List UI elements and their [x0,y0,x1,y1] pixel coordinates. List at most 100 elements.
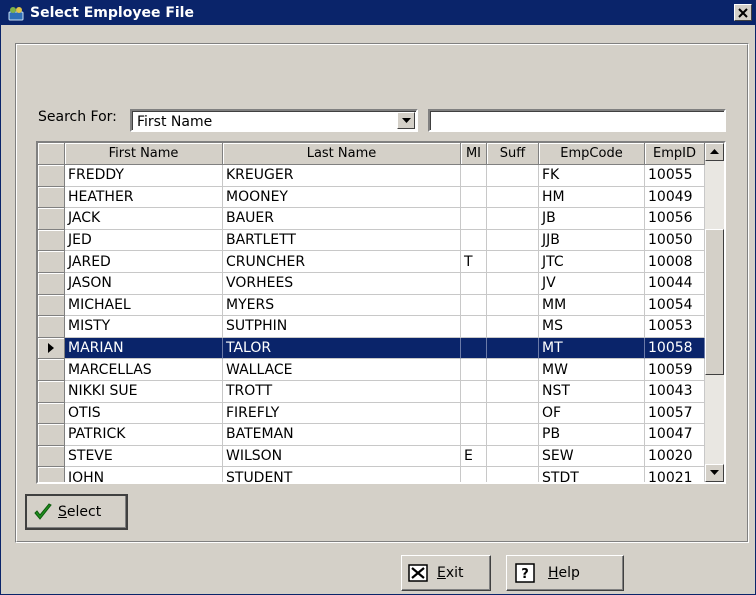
cell-mi[interactable] [461,359,487,381]
row-indicator[interactable] [38,381,65,403]
cell-empid[interactable]: 10049 [645,186,705,209]
cell-empcode[interactable]: MM [539,294,645,317]
cell-empid[interactable]: 10020 [645,445,705,468]
cell-suff[interactable] [487,165,539,187]
cell-mi[interactable] [461,294,487,317]
row-indicator[interactable] [38,445,65,468]
row-indicator[interactable] [38,337,65,360]
row-indicator[interactable] [38,208,65,230]
cell-mi[interactable] [461,229,487,252]
cell-empid[interactable]: 10050 [645,229,705,252]
cell-empcode[interactable]: FK [539,165,645,187]
cell-empid[interactable]: 10021 [645,467,705,482]
table-row[interactable]: JASON VORHEES JV 10044 [38,273,705,295]
cell-last-name[interactable]: VORHEES [223,273,461,295]
column-header-first-name[interactable]: First Name [65,143,223,165]
cell-mi[interactable] [461,165,487,187]
table-row[interactable]: FREDDY KREUGER FK 10055 [38,165,705,187]
cell-empcode[interactable]: JTC [539,251,645,273]
table-row[interactable]: MISTY SUTPHIN MS 10053 [38,316,705,338]
cell-empcode[interactable]: PB [539,424,645,446]
row-indicator[interactable] [38,316,65,338]
table-row[interactable]: STEVE WILSON E SEW 10020 [38,445,705,468]
cell-suff[interactable] [487,381,539,403]
cell-empid[interactable]: 10056 [645,208,705,230]
cell-empid[interactable]: 10054 [645,294,705,317]
table-row[interactable]: OTIS FIREFLY OF 10057 [38,402,705,425]
cell-empcode[interactable]: STDT [539,467,645,482]
row-indicator[interactable] [38,273,65,295]
cell-suff[interactable] [487,467,539,482]
cell-empcode[interactable]: SEW [539,445,645,468]
cell-first-name[interactable]: MARCELLAS [65,359,223,381]
search-input[interactable] [428,109,726,132]
cell-last-name[interactable]: WALLACE [223,359,461,381]
table-row[interactable]: MARCELLAS WALLACE MW 10059 [38,359,705,381]
cell-last-name[interactable]: BAUER [223,208,461,230]
table-row[interactable]: NIKKI SUE TROTT NST 10043 [38,381,705,403]
cell-first-name[interactable]: JOHN [65,467,223,482]
cell-suff[interactable] [487,186,539,209]
cell-first-name[interactable]: NIKKI SUE [65,381,223,403]
cell-empcode[interactable]: MW [539,359,645,381]
cell-empcode[interactable]: MT [539,337,645,360]
cell-last-name[interactable]: MOONEY [223,186,461,209]
cell-suff[interactable] [487,424,539,446]
select-button[interactable]: Select [25,494,128,530]
cell-first-name[interactable]: MICHAEL [65,294,223,317]
table-row[interactable]: PATRICK BATEMAN PB 10047 [38,424,705,446]
cell-last-name[interactable]: BATEMAN [223,424,461,446]
table-row[interactable]: HEATHER MOONEY HM 10049 [38,186,705,209]
cell-suff[interactable] [487,359,539,381]
scroll-down-button[interactable] [705,464,724,482]
cell-last-name[interactable]: FIREFLY [223,402,461,425]
cell-last-name[interactable]: CRUNCHER [223,251,461,273]
row-indicator[interactable] [38,294,65,317]
cell-suff[interactable] [487,229,539,252]
cell-last-name[interactable]: TROTT [223,381,461,403]
cell-empid[interactable]: 10043 [645,381,705,403]
cell-mi[interactable]: T [461,251,487,273]
cell-empid[interactable]: 10058 [645,337,705,360]
row-indicator[interactable] [38,165,65,187]
row-indicator[interactable] [38,251,65,273]
cell-empid[interactable]: 10059 [645,359,705,381]
cell-first-name[interactable]: JACK [65,208,223,230]
cell-last-name[interactable]: SUTPHIN [223,316,461,338]
exit-button[interactable]: Exit [401,555,491,591]
cell-suff[interactable] [487,251,539,273]
cell-last-name[interactable]: WILSON [223,445,461,468]
cell-empcode[interactable]: JV [539,273,645,295]
table-row[interactable]: MARIAN TALOR MT 10058 [38,337,705,360]
cell-empcode[interactable]: JB [539,208,645,230]
cell-first-name[interactable]: OTIS [65,402,223,425]
cell-empcode[interactable]: JJB [539,229,645,252]
cell-mi[interactable] [461,337,487,360]
cell-last-name[interactable]: TALOR [223,337,461,360]
row-indicator[interactable] [38,467,65,482]
cell-empcode[interactable]: NST [539,381,645,403]
cell-empid[interactable]: 10047 [645,424,705,446]
cell-last-name[interactable]: STUDENT [223,467,461,482]
cell-first-name[interactable]: JED [65,229,223,252]
cell-mi[interactable] [461,186,487,209]
cell-empid[interactable]: 10044 [645,273,705,295]
cell-first-name[interactable]: JARED [65,251,223,273]
cell-mi[interactable] [461,208,487,230]
cell-mi[interactable] [461,273,487,295]
close-button[interactable] [734,4,752,21]
scroll-up-button[interactable] [705,143,724,161]
cell-first-name[interactable]: JASON [65,273,223,295]
table-row[interactable]: JARED CRUNCHER T JTC 10008 [38,251,705,273]
cell-first-name[interactable]: FREDDY [65,165,223,187]
cell-empid[interactable]: 10057 [645,402,705,425]
cell-mi[interactable]: E [461,445,487,468]
cell-empid[interactable]: 10053 [645,316,705,338]
cell-mi[interactable] [461,467,487,482]
cell-mi[interactable] [461,381,487,403]
cell-first-name[interactable]: HEATHER [65,186,223,209]
row-indicator[interactable] [38,424,65,446]
scroll-thumb[interactable] [705,229,724,375]
employee-grid[interactable]: First Name Last Name MI Suff EmpCode Emp… [36,141,726,484]
row-indicator[interactable] [38,402,65,425]
